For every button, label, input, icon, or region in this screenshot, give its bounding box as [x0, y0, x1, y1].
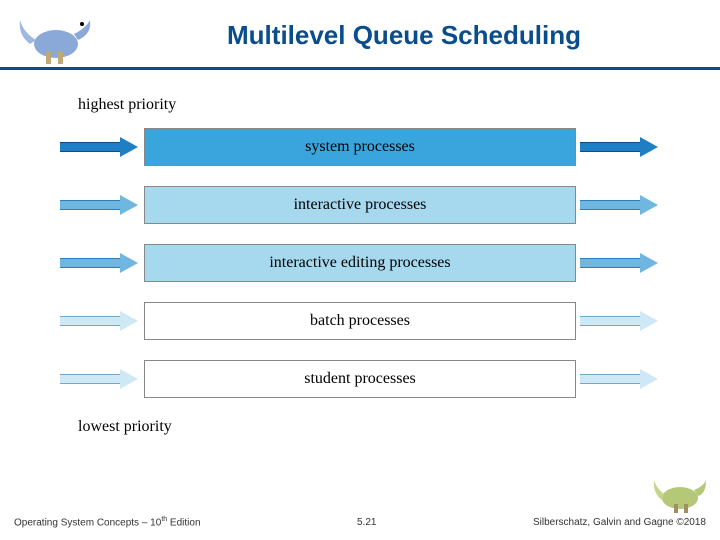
queue-box: interactive processes [144, 186, 576, 224]
arrow-right-icon [580, 253, 660, 273]
lowest-priority-label: lowest priority [78, 418, 660, 436]
slide-footer: Operating System Concepts – 10th Edition… [0, 510, 720, 540]
queue-box: batch processes [144, 302, 576, 340]
queue-box: interactive editing processes [144, 244, 576, 282]
arrow-right-icon [60, 195, 140, 215]
footer-left-suffix: Edition [167, 517, 200, 528]
slide-title: Multilevel Queue Scheduling [108, 20, 700, 51]
arrow-right-icon [60, 369, 140, 389]
queue-row: interactive processes [60, 186, 660, 224]
arrow-right-icon [580, 369, 660, 389]
footer-page-number: 5.21 [357, 517, 376, 528]
queue-row: batch processes [60, 302, 660, 340]
queues-container: system processes interactive processes int… [60, 128, 660, 398]
slide-header: Multilevel Queue Scheduling [0, 0, 720, 70]
slide-content: highest priority system processes interac… [0, 70, 720, 500]
footer-left-prefix: Operating System Concepts – 10 [14, 517, 161, 528]
queue-row: interactive editing processes [60, 244, 660, 282]
arrow-right-icon [580, 311, 660, 331]
dinosaur-left-icon [8, 10, 98, 70]
footer-copyright: Silberschatz, Galvin and Gagne ©2018 [533, 517, 706, 528]
highest-priority-label: highest priority [78, 96, 660, 114]
queue-box: student processes [144, 360, 576, 398]
arrow-right-icon [580, 195, 660, 215]
arrow-right-icon [60, 311, 140, 331]
queue-row: system processes [60, 128, 660, 166]
queue-row: student processes [60, 360, 660, 398]
footer-left: Operating System Concepts – 10th Edition [14, 516, 201, 528]
arrow-right-icon [60, 137, 140, 157]
arrow-right-icon [60, 253, 140, 273]
arrow-right-icon [580, 137, 660, 157]
footer-right: Silberschatz, Galvin and Gagne ©2018 [533, 517, 706, 528]
queue-box: system processes [144, 128, 576, 166]
